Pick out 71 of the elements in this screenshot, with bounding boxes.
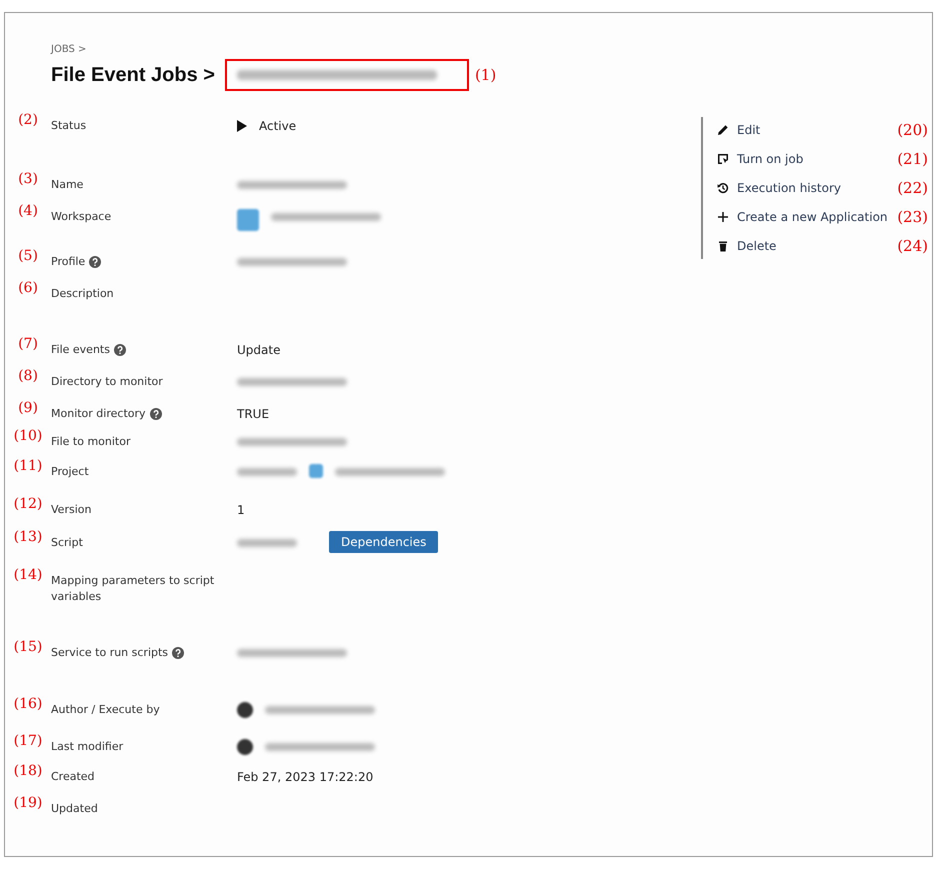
field-label: Last modifier bbox=[51, 739, 124, 755]
annotation-number: (14) bbox=[12, 568, 44, 585]
annotation-number: (12) bbox=[12, 497, 44, 514]
annotation-number: (10) bbox=[12, 429, 44, 446]
annotation-number: (3) bbox=[17, 172, 39, 189]
annotation-number: (15) bbox=[12, 640, 44, 657]
action-link[interactable]: Execution history bbox=[717, 181, 841, 195]
action-link[interactable]: Delete bbox=[717, 239, 776, 253]
annotation-number: (20) bbox=[897, 121, 928, 139]
field-value: TRUE bbox=[237, 406, 270, 422]
annotation-number: (1) bbox=[474, 66, 496, 84]
annotation-number: (13) bbox=[12, 530, 44, 547]
page-title: File Event Jobs > bbox=[51, 64, 215, 86]
annotation-number: (2) bbox=[17, 113, 39, 130]
trash-icon bbox=[717, 240, 729, 252]
field-label: File to monitor bbox=[51, 434, 130, 450]
redacted-text bbox=[237, 468, 297, 476]
field-label: Project bbox=[51, 464, 89, 480]
avatar bbox=[237, 739, 253, 755]
annotation-number: (4) bbox=[17, 204, 39, 221]
field-label: Service to run scripts bbox=[51, 645, 168, 661]
breadcrumb-link[interactable]: JOBS > bbox=[51, 44, 86, 55]
annotation-number: (7) bbox=[17, 337, 39, 354]
field-label: Description bbox=[51, 286, 114, 302]
annotation-number: (11) bbox=[12, 459, 44, 476]
field-label: Workspace bbox=[51, 209, 112, 225]
help-icon[interactable] bbox=[150, 408, 162, 420]
pencil-icon bbox=[717, 124, 729, 136]
annotation-number: (16) bbox=[12, 697, 44, 714]
play-icon bbox=[237, 120, 247, 132]
field-value: Update bbox=[237, 342, 280, 358]
help-icon[interactable] bbox=[114, 344, 126, 356]
help-icon[interactable] bbox=[172, 647, 184, 659]
history-icon bbox=[717, 182, 729, 194]
annotation-number: (17) bbox=[12, 734, 44, 751]
field-label: Name bbox=[51, 177, 84, 193]
field-label: Status bbox=[51, 118, 86, 134]
action-link[interactable]: Turn on job bbox=[717, 152, 804, 166]
plus-icon bbox=[717, 211, 729, 223]
field-label: Monitor directory bbox=[51, 406, 146, 422]
field-label: Author / Execute by bbox=[51, 702, 160, 718]
field-label: Profile bbox=[51, 254, 86, 270]
action-link[interactable]: Create a new Application bbox=[717, 210, 888, 224]
annotation-number: (21) bbox=[897, 150, 928, 168]
annotation-number: (24) bbox=[897, 237, 928, 255]
field-value: Feb 27, 2023 17:22:20 bbox=[237, 769, 374, 785]
status-value: Active bbox=[259, 118, 296, 134]
redacted-text bbox=[237, 539, 297, 547]
field-label: Created bbox=[51, 769, 95, 785]
field-value: 1 bbox=[237, 502, 245, 518]
avatar bbox=[237, 702, 253, 718]
workspace-icon bbox=[237, 209, 259, 231]
workspace-icon bbox=[309, 464, 323, 478]
field-label: Script bbox=[51, 535, 83, 551]
annotation-number: (19) bbox=[12, 796, 44, 813]
annotation-number: (9) bbox=[17, 401, 39, 418]
annotation-number: (22) bbox=[897, 179, 928, 197]
annotation-number: (23) bbox=[897, 208, 928, 226]
annotation-number: (8) bbox=[17, 369, 39, 386]
action-link[interactable]: Edit bbox=[717, 123, 760, 137]
annotation-number: (6) bbox=[17, 281, 39, 298]
screen-cursor-icon bbox=[717, 153, 729, 165]
field-label: Updated bbox=[51, 801, 98, 817]
field-label: Mapping parameters to script variables bbox=[51, 573, 216, 605]
field-label: File events bbox=[51, 342, 110, 358]
help-icon[interactable] bbox=[89, 256, 102, 268]
field-label: Version bbox=[51, 502, 92, 518]
annotation-number: (5) bbox=[17, 249, 39, 266]
annotation-number: (18) bbox=[12, 764, 44, 781]
field-label: Directory to monitor bbox=[51, 374, 163, 390]
dependencies-button[interactable]: Dependencies bbox=[329, 531, 438, 553]
